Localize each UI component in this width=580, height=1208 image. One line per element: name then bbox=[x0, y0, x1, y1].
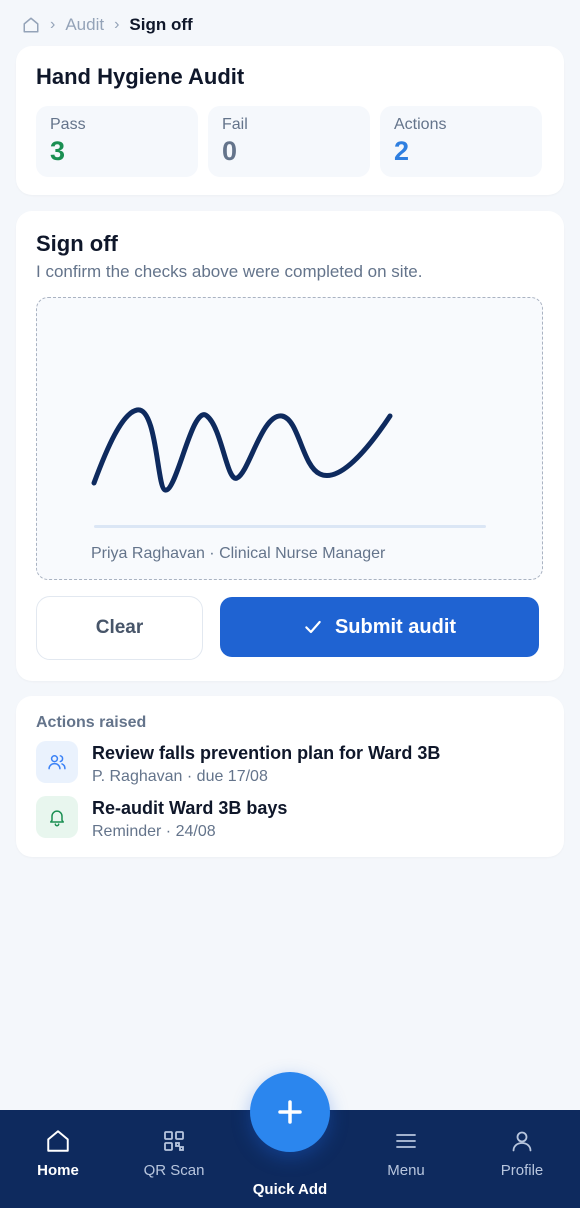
signature-pad[interactable]: Priya Raghavan · Clinical Nurse Manager bbox=[36, 297, 543, 580]
breadcrumb: › Audit › Sign off bbox=[22, 14, 193, 36]
profile-icon bbox=[510, 1128, 534, 1154]
chevron-right-icon: › bbox=[114, 16, 120, 33]
check-icon bbox=[305, 620, 321, 634]
clear-button[interactable]: Clear bbox=[36, 596, 203, 660]
actions-title: Actions raised bbox=[36, 714, 147, 731]
signoff-description: I confirm the checks above were complete… bbox=[36, 262, 423, 281]
signoff-card: Sign off I confirm the checks above were… bbox=[16, 211, 564, 681]
stat-value: 0 bbox=[222, 136, 238, 166]
stat-pass: Pass 3 bbox=[36, 106, 198, 177]
page-title: Hand Hygiene Audit bbox=[36, 64, 245, 89]
quick-add-button[interactable] bbox=[250, 1072, 330, 1152]
quick-add-label: Quick Add bbox=[252, 1181, 328, 1198]
nav-label: Profile bbox=[500, 1162, 544, 1179]
stat-value: 3 bbox=[50, 136, 66, 166]
nav-label: Home bbox=[37, 1162, 79, 1179]
chevron-right-icon: › bbox=[50, 16, 56, 33]
action-title: Re-audit Ward 3B bays bbox=[92, 798, 288, 818]
stat-label: Fail bbox=[222, 116, 248, 133]
stats-row: Pass 3 Fail 0 Actions 2 bbox=[36, 106, 542, 177]
home-icon[interactable] bbox=[22, 16, 40, 34]
nav-qr-scan[interactable]: QR Scan bbox=[129, 1110, 219, 1208]
nav-menu[interactable]: Menu bbox=[361, 1110, 451, 1208]
stat-label: Pass bbox=[50, 116, 86, 133]
action-subtitle: Reminder · 24/08 bbox=[92, 823, 216, 840]
nav-label: Menu bbox=[387, 1162, 425, 1179]
action-title: Review falls prevention plan for Ward 3B bbox=[92, 743, 441, 763]
signoff-title: Sign off bbox=[36, 231, 118, 256]
actions-card: Actions raised Review falls prevention p… bbox=[16, 696, 564, 857]
signer-name: Priya Raghavan · Clinical Nurse Manager bbox=[91, 545, 386, 562]
users-icon bbox=[36, 741, 78, 783]
bell-icon bbox=[36, 796, 78, 838]
signature-stroke bbox=[91, 407, 393, 493]
breadcrumb-audit[interactable]: Audit bbox=[65, 15, 104, 35]
home-icon bbox=[45, 1128, 71, 1154]
signature-line bbox=[94, 525, 486, 528]
menu-icon bbox=[394, 1128, 418, 1154]
audit-summary-card: Hand Hygiene Audit Pass 3 Fail 0 Actions… bbox=[16, 46, 564, 195]
stat-actions: Actions 2 bbox=[380, 106, 542, 177]
action-item[interactable]: Re-audit Ward 3B bays Reminder · 24/08 bbox=[36, 796, 287, 841]
action-subtitle: P. Raghavan · due 17/08 bbox=[92, 768, 268, 785]
breadcrumb-current: Sign off bbox=[129, 15, 193, 34]
stat-label: Actions bbox=[394, 116, 447, 133]
plus-icon bbox=[278, 1100, 302, 1124]
nav-profile[interactable]: Profile bbox=[477, 1110, 567, 1208]
stat-value: 2 bbox=[394, 136, 410, 166]
qr-icon bbox=[162, 1128, 186, 1154]
stat-fail: Fail 0 bbox=[208, 106, 370, 177]
submit-label: Submit audit bbox=[334, 615, 457, 638]
action-item[interactable]: Review falls prevention plan for Ward 3B… bbox=[36, 741, 440, 786]
nav-label: QR Scan bbox=[143, 1162, 205, 1179]
nav-home[interactable]: Home bbox=[13, 1110, 103, 1208]
submit-audit-button[interactable]: Submit audit bbox=[220, 597, 539, 657]
